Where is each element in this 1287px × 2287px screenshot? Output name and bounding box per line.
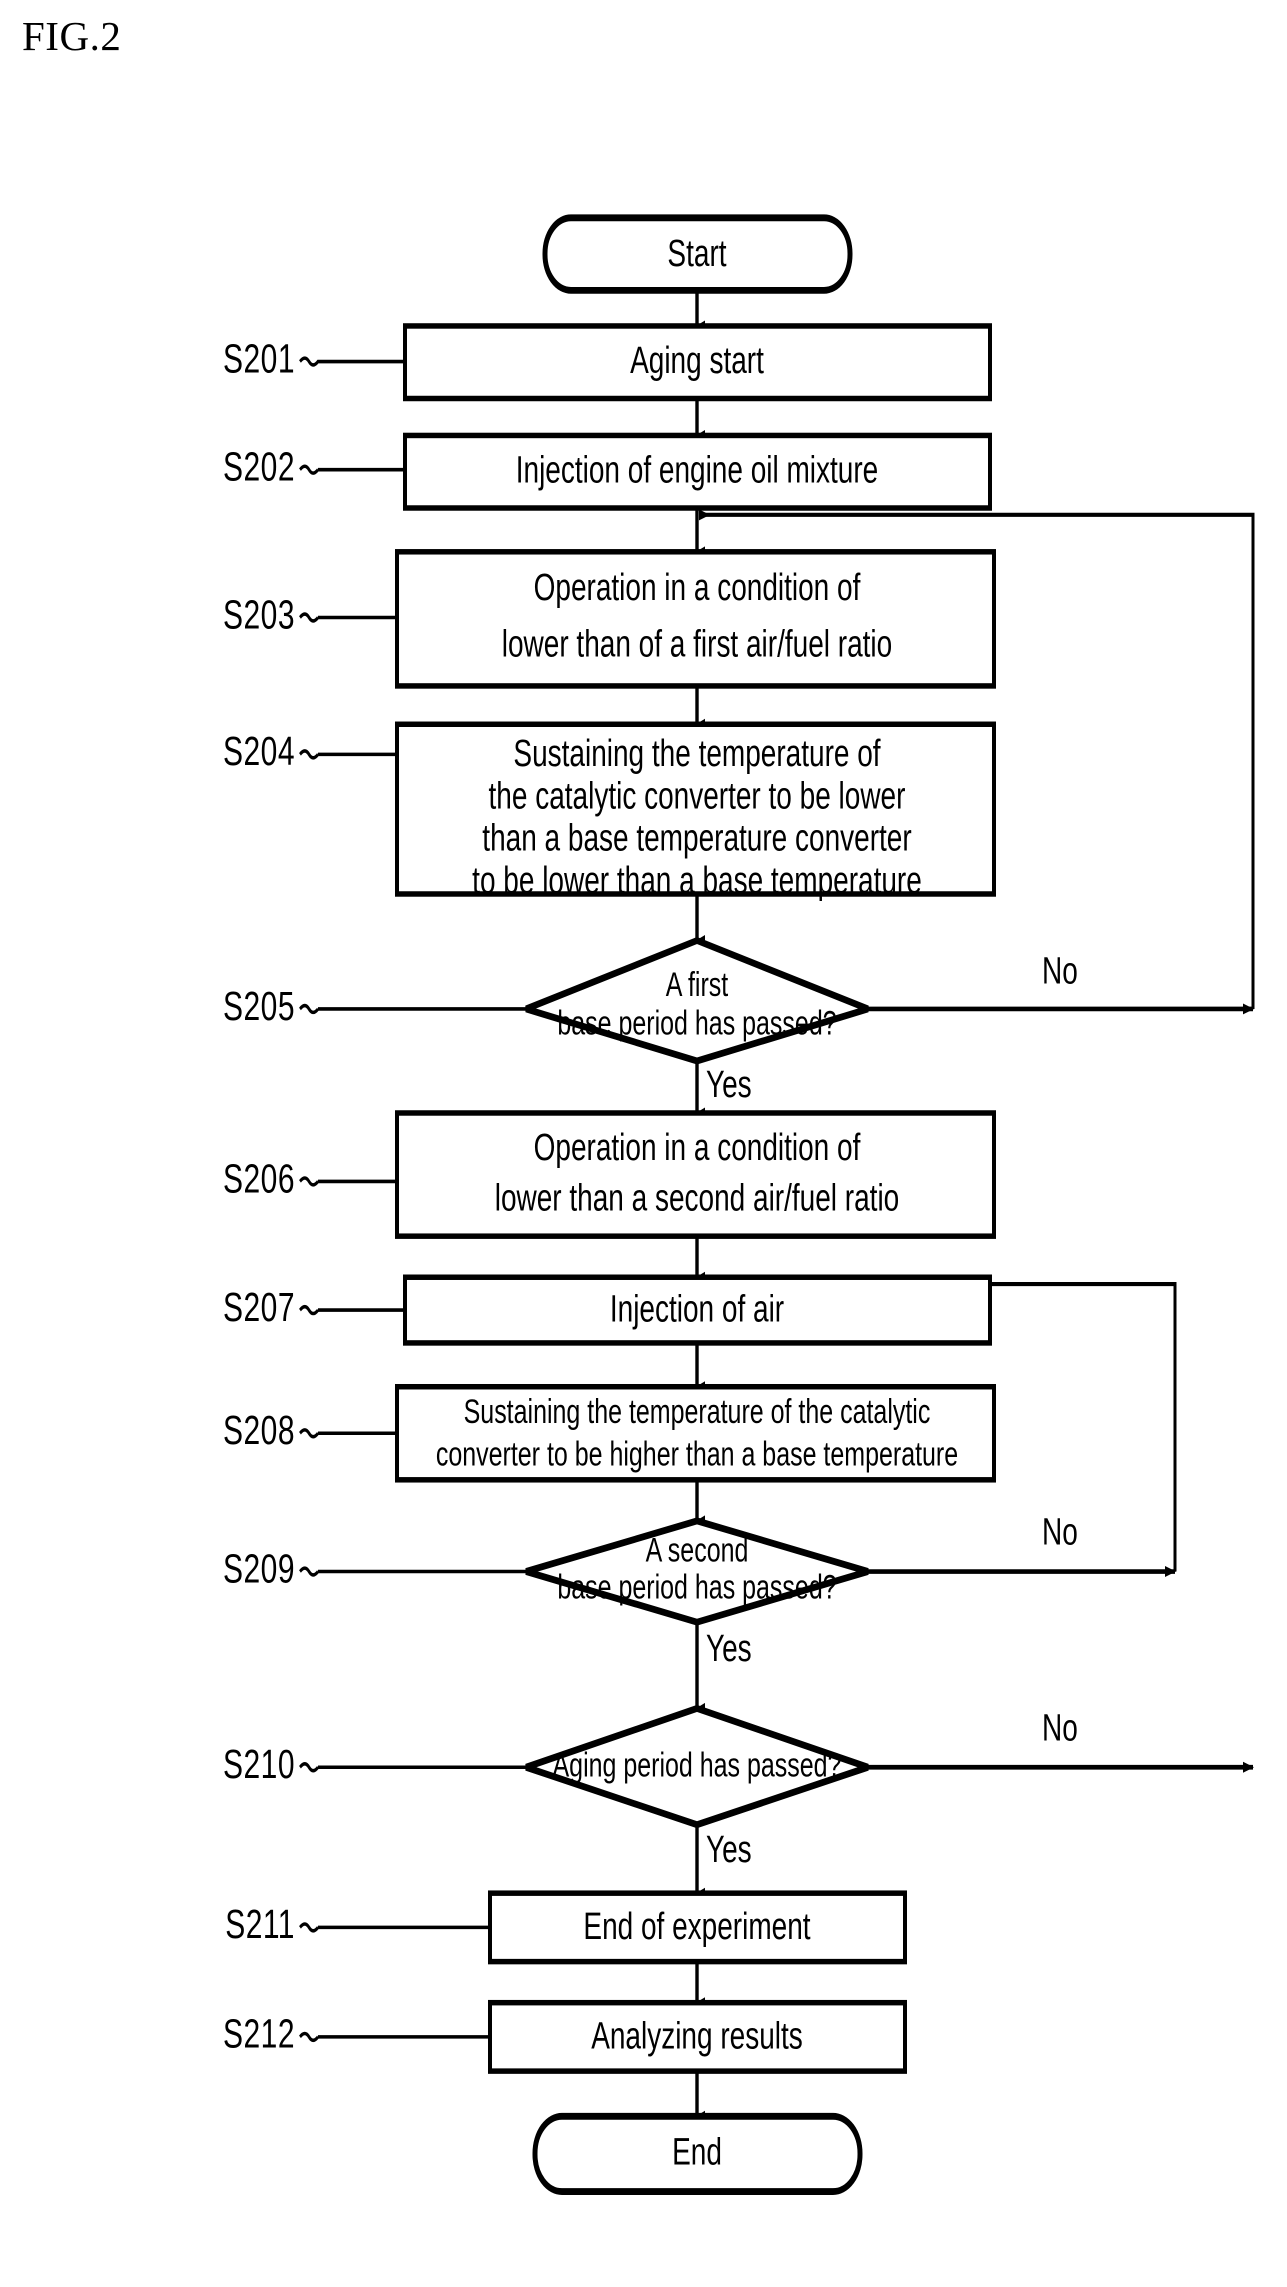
branch-label-s210-no: No <box>1042 1707 1078 1749</box>
step-label-s206: S206 <box>223 1155 295 1202</box>
node-s207[interactable]: Injection of air <box>403 1274 992 1346</box>
leader-s201 <box>299 356 335 367</box>
start-label: Start <box>667 233 727 275</box>
s202-label: Injection of engine oil mixture <box>516 449 878 491</box>
s208-label-line-1: Sustaining the temperature of the cataly… <box>464 1393 931 1431</box>
step-label-s202: S202 <box>223 443 295 490</box>
s204-label-line-1: Sustaining the temperature of <box>513 733 881 775</box>
s206-label-line-2: lower than a second air/fuel ratio <box>495 1178 899 1220</box>
node-s209[interactable]: A second base period has passed? <box>525 1517 869 1626</box>
flowchart-diagram: Start S201 Aging start S202 Injection of… <box>223 214 1255 2195</box>
leader-s211 <box>299 1922 319 1933</box>
s209-label-line-2: base period has passed? <box>557 1569 836 1607</box>
leader-s202 <box>299 464 319 475</box>
s203-label-line-1: Operation in a condition of <box>534 567 861 609</box>
node-s206[interactable]: Operation in a condition of lower than a… <box>395 1110 996 1239</box>
branch-label-s210-yes: Yes <box>706 1829 752 1871</box>
leader-s210 <box>299 1762 319 1773</box>
s211-label: End of experiment <box>583 1906 811 1948</box>
s208-label-line-2: converter to be higher than a base tempe… <box>436 1436 958 1474</box>
step-label-s205: S205 <box>223 982 295 1029</box>
leader-s207 <box>299 1304 319 1316</box>
leader-s208 <box>299 1428 319 1439</box>
node-s205[interactable]: A first base period has passed? <box>525 936 869 1065</box>
s201-label: Aging start <box>630 340 764 382</box>
step-label-s204: S204 <box>223 728 295 775</box>
s204-label-line-4: to be lower than a base temperature <box>472 860 922 902</box>
node-s210[interactable]: Aging period has passed? <box>525 1704 869 1829</box>
leader-s206 <box>299 1176 319 1187</box>
node-s204[interactable]: Sustaining the temperature of the cataly… <box>395 721 996 902</box>
s210-label: Aging period has passed? <box>553 1747 842 1785</box>
end-label: End <box>672 2132 722 2174</box>
step-label-s203: S203 <box>223 591 295 638</box>
node-s208[interactable]: Sustaining the temperature of the cataly… <box>395 1383 996 1483</box>
s207-label: Injection of air <box>610 1288 784 1330</box>
s204-label-line-2: the catalytic converter to be lower <box>489 775 906 817</box>
step-label-s209: S209 <box>223 1545 295 1592</box>
step-label-s207: S207 <box>223 1283 295 1330</box>
node-end[interactable]: End <box>532 2112 863 2195</box>
branch-label-s205-no: No <box>1042 950 1078 992</box>
figure-title: FIG.2 <box>22 13 122 59</box>
leader-s204 <box>299 749 319 760</box>
branch-label-s205-yes: Yes <box>706 1064 752 1106</box>
node-s203[interactable]: Operation in a condition of lower than o… <box>395 549 996 689</box>
s212-label: Analyzing results <box>591 2015 803 2057</box>
step-label-s212: S212 <box>223 2010 295 2057</box>
leader-s203 <box>299 612 319 623</box>
s203-label-line-2: lower than of a first air/fuel ratio <box>502 623 892 665</box>
node-start[interactable]: Start <box>542 214 853 294</box>
s205-label-line-2: base period has passed? <box>557 1005 836 1043</box>
branch-label-s209-yes: Yes <box>706 1628 752 1670</box>
branch-label-s209-no: No <box>1042 1512 1078 1554</box>
leader-s205 <box>299 1003 319 1015</box>
leader-s209 <box>299 1566 319 1577</box>
step-label-s201: S201 <box>223 335 295 382</box>
node-s201[interactable]: Aging start <box>403 323 992 402</box>
step-label-s211: S211 <box>225 1901 295 1948</box>
leader-s212 <box>299 2031 319 2043</box>
s204-label-line-3: than a base temperature converter <box>482 818 911 860</box>
step-label-s210: S210 <box>223 1740 295 1787</box>
s209-label-line-1: A second <box>646 1532 749 1570</box>
s206-label-line-1: Operation in a condition of <box>534 1127 861 1169</box>
node-s202[interactable]: Injection of engine oil mixture <box>403 432 992 511</box>
node-s211[interactable]: End of experiment <box>488 1890 907 1965</box>
node-s212[interactable]: Analyzing results <box>488 1999 907 2074</box>
s205-label-line-1: A first <box>666 966 729 1004</box>
step-label-s208: S208 <box>223 1406 295 1453</box>
